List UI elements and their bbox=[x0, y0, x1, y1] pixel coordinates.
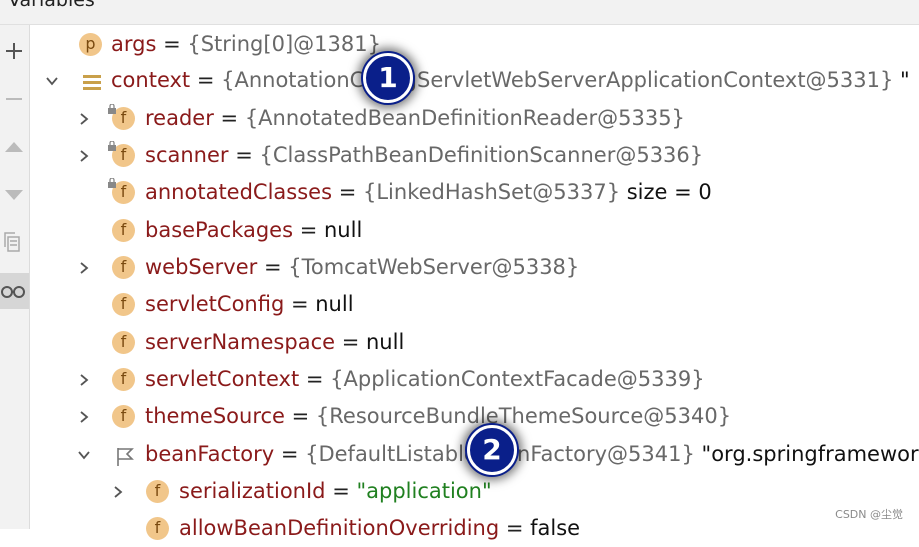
lock-icon bbox=[108, 141, 116, 151]
variable-value: {TomcatWebServer@5338} bbox=[288, 255, 580, 279]
variable-name: servletContext bbox=[145, 367, 300, 391]
variables-header: Variables bbox=[0, 0, 919, 25]
field-icon: f bbox=[112, 368, 135, 391]
chevron-right-icon[interactable] bbox=[77, 261, 91, 275]
field-icon: f bbox=[108, 178, 135, 204]
field-icon: f bbox=[112, 405, 135, 428]
variable-value: null bbox=[315, 292, 354, 316]
field-icon: f bbox=[112, 331, 135, 354]
copy-icon[interactable] bbox=[0, 225, 29, 261]
down-icon[interactable] bbox=[0, 177, 29, 213]
lock-icon bbox=[108, 178, 116, 188]
panel-title: Variables bbox=[8, 0, 95, 11]
field-icon: f bbox=[108, 141, 135, 167]
field-icon: f bbox=[146, 480, 169, 503]
variable-value: {ClassPathBeanDefinitionScanner@5336} bbox=[259, 143, 704, 167]
variable-name: annotatedClasses bbox=[145, 180, 333, 204]
variable-name: allowBeanDefinitionOverriding bbox=[179, 516, 500, 540]
lock-icon bbox=[108, 104, 116, 114]
field-icon: f bbox=[112, 256, 135, 279]
variable-value: null bbox=[324, 218, 363, 242]
watermark: CSDN @尘觉 bbox=[835, 506, 903, 522]
field-icon: f bbox=[112, 293, 135, 316]
variable-value: {AnnotationConfigServletWebServerApplica… bbox=[221, 68, 894, 92]
up-icon[interactable] bbox=[0, 129, 29, 165]
variable-value: {String[0]@1381} bbox=[187, 32, 381, 56]
chevron-right-icon[interactable] bbox=[77, 112, 91, 126]
param-icon: p bbox=[79, 33, 102, 56]
remove-icon[interactable] bbox=[0, 81, 29, 117]
variable-name: scanner bbox=[145, 143, 229, 167]
variable-value: {AnnotatedBeanDefinitionReader@5335} bbox=[244, 106, 685, 130]
stack-frame-icon bbox=[81, 69, 104, 92]
variable-name: reader bbox=[145, 106, 214, 130]
variable-name: context bbox=[111, 68, 191, 92]
variable-name: serverNamespace bbox=[145, 330, 336, 354]
add-icon[interactable] bbox=[0, 33, 29, 69]
chevron-down-icon[interactable] bbox=[77, 448, 91, 462]
variable-name: servletConfig bbox=[145, 292, 285, 316]
variable-size: size = 0 bbox=[620, 180, 712, 204]
flag-icon bbox=[114, 443, 137, 466]
debugger-toolbar bbox=[0, 25, 30, 529]
variable-value: false bbox=[530, 516, 581, 540]
variable-name: serializationId bbox=[179, 479, 326, 503]
chevron-down-icon[interactable] bbox=[45, 74, 59, 88]
chevron-right-icon[interactable] bbox=[77, 149, 91, 163]
variable-name: basePackages bbox=[145, 218, 294, 242]
variable-value: null bbox=[366, 330, 405, 354]
annotation-badge-1: 1 bbox=[363, 53, 413, 103]
field-icon: f bbox=[112, 219, 135, 242]
variable-value: "application" bbox=[356, 479, 492, 503]
variable-name: args bbox=[111, 32, 157, 56]
chevron-right-icon[interactable] bbox=[77, 373, 91, 387]
variable-value: {LinkedHashSet@5337} bbox=[362, 180, 621, 204]
variable-name: webServer bbox=[145, 255, 258, 279]
chevron-right-icon[interactable] bbox=[111, 485, 125, 499]
field-icon: f bbox=[108, 104, 135, 130]
variable-name: beanFactory bbox=[145, 442, 275, 466]
variable-name: themeSource bbox=[145, 404, 285, 428]
variable-value: {ApplicationContextFacade@5339} bbox=[330, 367, 705, 391]
chevron-right-icon[interactable] bbox=[77, 410, 91, 424]
annotation-badge-2: 2 bbox=[467, 425, 517, 475]
glasses-icon[interactable] bbox=[0, 273, 29, 309]
variable-value: {ResourceBundleThemeSource@5340} bbox=[315, 404, 732, 428]
